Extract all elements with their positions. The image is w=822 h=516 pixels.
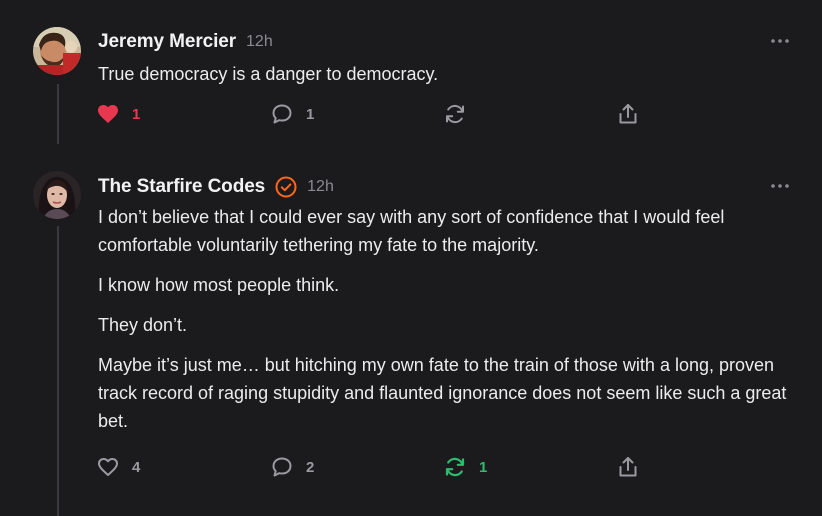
thread-line: [57, 84, 59, 144]
thread-line: [57, 226, 59, 516]
share-icon: [619, 457, 637, 477]
like-count: 4: [132, 458, 141, 476]
post-paragraph: They don’t.: [98, 315, 188, 335]
post-body: I don’t believe that I could ever say wi…: [98, 203, 798, 447]
avatar[interactable]: [33, 27, 81, 75]
restack-count: 1: [479, 458, 488, 476]
like-button[interactable]: 1: [96, 101, 140, 127]
restack-button[interactable]: [443, 101, 467, 127]
post-paragraph: I know how most people think.: [98, 275, 340, 295]
timestamp[interactable]: 12h: [307, 178, 334, 196]
share-button[interactable]: [616, 454, 640, 480]
comment-icon: [272, 457, 292, 477]
post-paragraph: True democracy is a danger to democracy.: [98, 64, 439, 84]
author-name[interactable]: The Starfire Codes: [98, 176, 265, 198]
comment-count: 1: [306, 105, 315, 123]
like-button[interactable]: 4: [96, 454, 140, 480]
more-icon[interactable]: [770, 183, 790, 189]
post-header: Jeremy Mercier 12h: [98, 30, 273, 54]
verified-badge-icon: [275, 176, 297, 198]
avatar[interactable]: [33, 171, 81, 219]
heart-icon: [98, 458, 118, 476]
share-button[interactable]: [616, 101, 640, 127]
restack-icon: [446, 104, 464, 124]
comment-icon: [272, 104, 292, 124]
comment-count: 2: [306, 458, 315, 476]
share-icon: [619, 104, 637, 124]
post-paragraph: Maybe it’s just me… but hitching my own …: [98, 355, 787, 431]
post-header: The Starfire Codes 12h: [98, 175, 334, 199]
timestamp[interactable]: 12h: [246, 33, 273, 51]
restack-icon: [445, 457, 465, 477]
like-count: 1: [132, 105, 141, 123]
restack-button[interactable]: 1: [443, 454, 487, 480]
post-paragraph: I don’t believe that I could ever say wi…: [98, 207, 725, 255]
post-body: True democracy is a danger to democracy.: [98, 60, 798, 100]
action-bar: 1 1: [96, 101, 656, 127]
comment-button[interactable]: 1: [270, 101, 314, 127]
comment-button[interactable]: 2: [270, 454, 314, 480]
more-icon[interactable]: [770, 38, 790, 44]
action-bar: 4 2 1: [96, 454, 656, 480]
author-name[interactable]: Jeremy Mercier: [98, 31, 236, 53]
heart-icon: [98, 105, 118, 123]
